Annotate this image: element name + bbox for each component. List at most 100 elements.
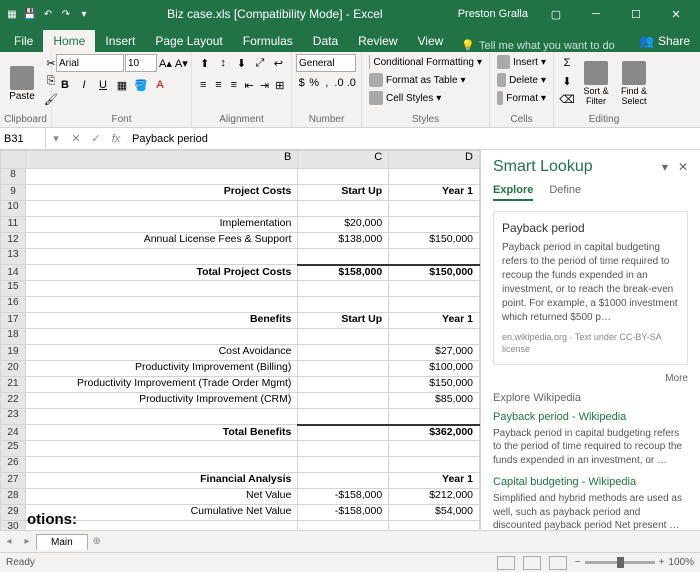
row-header[interactable]: 24 [1, 425, 26, 441]
paste-button[interactable]: Paste [4, 54, 40, 113]
cell[interactable]: Net Value [25, 489, 297, 505]
cell[interactable] [298, 409, 389, 425]
cell[interactable] [298, 201, 389, 217]
row-header[interactable]: 19 [1, 345, 26, 361]
col-header-D[interactable]: D [389, 151, 480, 169]
maximize-button[interactable]: ☐ [616, 0, 656, 28]
cell[interactable] [298, 377, 389, 393]
cell[interactable] [389, 249, 480, 265]
increase-decimal-button[interactable]: .0 [333, 74, 344, 92]
fill-color-button[interactable]: 🪣 [132, 76, 150, 94]
wrap-text-button[interactable]: ↩ [270, 54, 287, 72]
cell[interactable] [389, 521, 480, 531]
cell[interactable] [389, 217, 480, 233]
cell[interactable] [25, 409, 297, 425]
ribbon-options-button[interactable]: ▢ [536, 0, 576, 28]
cell[interactable]: Total Project Costs [25, 265, 297, 281]
row-header[interactable]: 25 [1, 441, 26, 457]
align-left-button[interactable]: ≡ [196, 76, 210, 94]
align-top-button[interactable]: ⬆ [196, 54, 213, 72]
save-icon[interactable]: 💾 [22, 6, 38, 22]
close-button[interactable]: ✕ [656, 0, 696, 28]
cell[interactable]: Year 1 [389, 313, 480, 329]
row-header[interactable]: 29 [1, 505, 26, 521]
wiki-link-title[interactable]: Capital budgeting - Wikipedia [493, 475, 688, 490]
select-all-corner[interactable] [1, 151, 26, 169]
decrease-indent-button[interactable]: ⇤ [242, 76, 256, 94]
font-color-button[interactable]: A [151, 76, 169, 94]
cell[interactable]: Productivity Improvement (Trade Order Mg… [25, 377, 297, 393]
delete-cells-button[interactable]: Delete▾ [494, 72, 549, 88]
autosum-button[interactable]: Σ [558, 54, 576, 72]
sheet-nav-next[interactable]: ▸ [18, 536, 36, 547]
cell[interactable] [25, 297, 297, 313]
italic-button[interactable]: I [75, 76, 93, 94]
number-format-select[interactable] [296, 54, 356, 72]
cell[interactable]: Productivity Improvement (Billing) [25, 361, 297, 377]
namebox-dropdown[interactable]: ▾ [46, 132, 66, 145]
format-as-table-button[interactable]: Format as Table▾ [366, 72, 485, 88]
cell[interactable]: Productivity Improvement (CRM) [25, 393, 297, 409]
row-header[interactable]: 13 [1, 249, 26, 265]
tab-data[interactable]: Data [303, 30, 348, 52]
cell[interactable] [389, 409, 480, 425]
row-header[interactable]: 12 [1, 233, 26, 249]
zoom-slider[interactable] [585, 561, 655, 564]
row-header[interactable]: 23 [1, 409, 26, 425]
row-header[interactable]: 10 [1, 201, 26, 217]
cell[interactable] [389, 441, 480, 457]
worksheet[interactable]: BCD89Project CostsStart UpYear 11011Impl… [0, 150, 480, 530]
cell[interactable] [389, 297, 480, 313]
row-header[interactable]: 20 [1, 361, 26, 377]
sheet-tab-main[interactable]: Main [36, 534, 88, 550]
cell[interactable] [25, 249, 297, 265]
cell[interactable] [25, 457, 297, 473]
row-header[interactable]: 30 [1, 521, 26, 531]
cell[interactable] [389, 457, 480, 473]
formula-content[interactable]: Payback period [126, 133, 700, 145]
cell[interactable] [298, 441, 389, 457]
undo-icon[interactable]: ↶ [40, 6, 56, 22]
cell[interactable]: $362,000 [389, 425, 480, 441]
panel-close-button[interactable]: ✕ [678, 160, 688, 174]
panel-tab-explore[interactable]: Explore [493, 184, 533, 201]
cell[interactable] [298, 169, 389, 185]
cell[interactable] [298, 281, 389, 297]
tell-me[interactable]: 💡Tell me what you want to do [453, 39, 629, 52]
cell[interactable]: Implementation [25, 217, 297, 233]
cell[interactable]: $100,000 [389, 361, 480, 377]
comma-button[interactable]: , [321, 74, 332, 92]
row-header[interactable]: 26 [1, 457, 26, 473]
normal-view-button[interactable] [497, 556, 515, 570]
row-header[interactable]: 8 [1, 169, 26, 185]
cell[interactable] [25, 169, 297, 185]
decrease-font-button[interactable]: A▾ [174, 54, 189, 72]
cell[interactable] [298, 345, 389, 361]
redo-icon[interactable]: ↷ [58, 6, 74, 22]
name-box[interactable]: B31 [0, 128, 46, 149]
enter-formula-button[interactable]: ✓ [86, 132, 106, 145]
currency-button[interactable]: $ [296, 74, 307, 92]
page-layout-view-button[interactable] [523, 556, 541, 570]
cancel-formula-button[interactable]: ✕ [66, 132, 86, 145]
cell[interactable]: Start Up [298, 313, 389, 329]
cell[interactable]: $85,000 [389, 393, 480, 409]
cell[interactable]: Annual License Fees & Support [25, 233, 297, 249]
cell[interactable] [298, 361, 389, 377]
cell[interactable]: $150,000 [389, 265, 480, 281]
cell[interactable]: $212,000 [389, 489, 480, 505]
cell[interactable]: $27,000 [389, 345, 480, 361]
cell[interactable] [298, 249, 389, 265]
increase-indent-button[interactable]: ⇥ [257, 76, 271, 94]
orientation-button[interactable]: ⤢ [251, 54, 268, 72]
panel-tab-define[interactable]: Define [549, 184, 581, 201]
cell[interactable]: Year 1 [389, 473, 480, 489]
tab-formulas[interactable]: Formulas [233, 30, 303, 52]
row-header[interactable]: 27 [1, 473, 26, 489]
fill-button[interactable]: ⬇ [558, 72, 576, 90]
cell[interactable]: $138,000 [298, 233, 389, 249]
font-size-select[interactable] [125, 54, 157, 72]
conditional-formatting-button[interactable]: Conditional Formatting▾ [366, 54, 485, 70]
new-sheet-button[interactable]: ⊕ [88, 536, 106, 547]
cell[interactable]: Year 1 [389, 185, 480, 201]
